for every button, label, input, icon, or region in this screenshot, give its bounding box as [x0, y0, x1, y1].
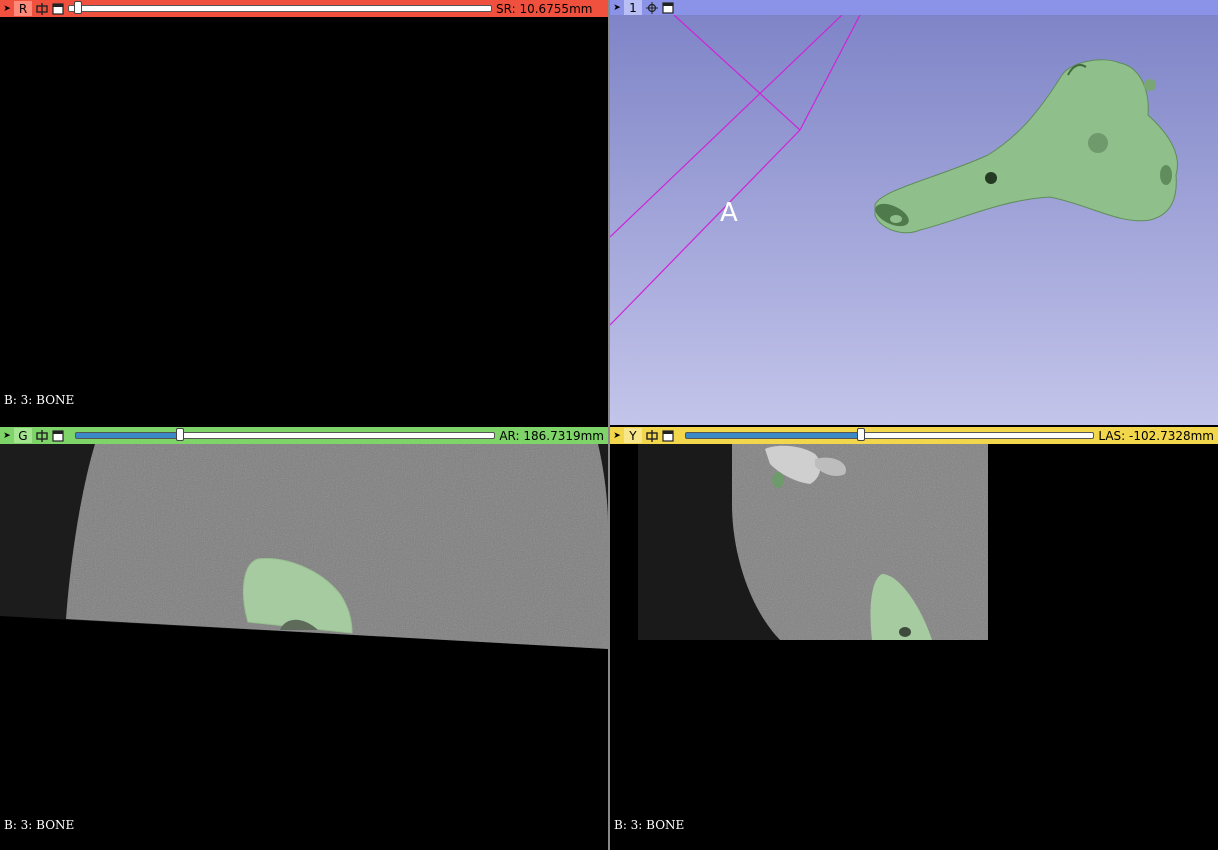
view-divider — [608, 0, 610, 850]
bone-model — [874, 59, 1178, 234]
slider-track — [68, 5, 492, 12]
slider-track — [684, 432, 1095, 439]
link-icon[interactable] — [34, 0, 50, 17]
slider-handle[interactable] — [856, 428, 865, 441]
slider-handle[interactable] — [175, 428, 184, 441]
yellow-slice-view[interactable]: ➤ Y LAS: -102.7328mm B: 3: BONE — [610, 425, 1218, 850]
green-view-label: G — [13, 428, 32, 443]
red-slice-view[interactable]: ➤ R SR: 10.6755mm B: 3: BONE — [0, 0, 608, 425]
link-icon[interactable] — [644, 427, 660, 444]
red-view-controller-bar: ➤ R SR: 10.6755mm — [0, 0, 608, 17]
bounding-box-lines — [610, 15, 861, 326]
link-icon[interactable] — [34, 427, 50, 444]
green-corner-annotation: B: 3: BONE — [4, 818, 75, 832]
pin-icon[interactable]: ➤ — [610, 0, 624, 16]
pin-icon[interactable]: ➤ — [610, 427, 624, 444]
red-corner-annotation: B: 3: BONE — [4, 393, 75, 407]
red-slice-offset-value: SR: 10.6755mm — [496, 1, 593, 16]
slider-handle[interactable] — [74, 1, 82, 14]
pin-icon[interactable]: ➤ — [0, 427, 14, 444]
yellow-slice-offset-value: LAS: -102.7328mm — [1098, 428, 1214, 443]
maximize-view-icon[interactable] — [50, 427, 66, 444]
yellow-ct-image — [638, 444, 988, 640]
pin-icon[interactable]: ➤ — [0, 0, 14, 17]
green-ct-image — [0, 444, 608, 649]
red-slice-offset-slider[interactable] — [68, 0, 492, 17]
3d-view-label: 1 — [624, 0, 642, 15]
green-slice-offset-value: AR: 186.7319mm — [499, 428, 604, 443]
yellow-view-label: Y — [623, 428, 642, 443]
yellow-corner-annotation: B: 3: BONE — [614, 818, 685, 832]
3d-axis-orientation-label: A — [720, 198, 738, 228]
3d-scene — [610, 15, 1178, 326]
green-view-controller-bar: ➤ G AR: 186.7319mm — [0, 427, 608, 444]
red-view-label: R — [14, 1, 32, 16]
yellow-slice-offset-slider[interactable] — [684, 427, 1095, 444]
green-slice-view[interactable]: ➤ G AR: 186.7319mm B: 3: BONE — [0, 425, 608, 850]
center-view-icon[interactable] — [644, 0, 660, 16]
3d-view[interactable]: ➤ 1 A — [610, 0, 1218, 425]
maximize-view-icon[interactable] — [660, 427, 676, 444]
maximize-view-icon[interactable] — [50, 0, 66, 17]
yellow-view-controller-bar: ➤ Y LAS: -102.7328mm — [610, 427, 1218, 444]
3d-view-controller-bar: ➤ 1 — [610, 0, 1218, 15]
maximize-view-icon[interactable] — [660, 0, 676, 16]
slider-track — [74, 432, 496, 439]
green-slice-offset-slider[interactable] — [74, 427, 496, 444]
